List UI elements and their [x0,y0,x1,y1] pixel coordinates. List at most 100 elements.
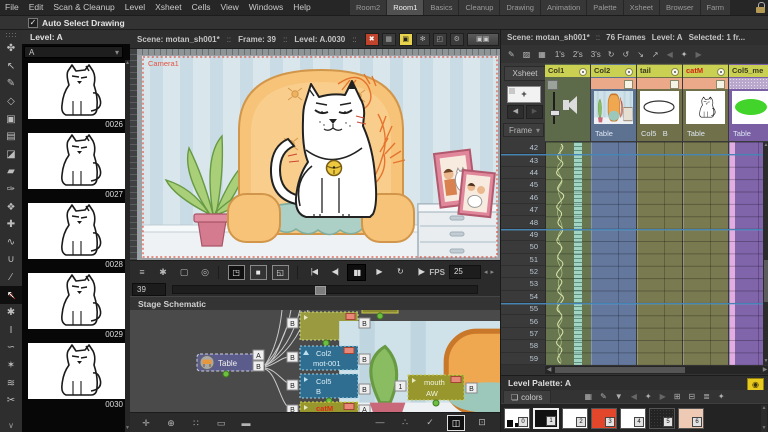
schematic-canvas[interactable]: Table A B B B Col2 mot-001 B B Col5 B B … [130,310,500,412]
column-thumbnail[interactable] [686,91,725,124]
col2-node[interactable]: Col2 mot-001 [299,345,359,371]
frame-number-cell[interactable]: 46 [501,192,545,204]
menu-edit[interactable]: Edit [24,0,49,15]
new-raster-level-button[interactable]: ▦ [538,50,547,59]
geometric-tool-button[interactable]: ◇ [0,93,22,111]
volume-slider-knob[interactable] [550,110,560,116]
hand-tool-button[interactable]: ✱ [0,304,22,322]
frame-number-cell[interactable]: 48 [501,216,545,229]
full-nodes-button[interactable]: ▬ [238,416,254,430]
3d-mode-button[interactable]: ■ [249,264,267,280]
style-swatch[interactable]: 2 [562,408,588,429]
settings-button[interactable]: ⚙ [449,32,464,46]
ruler-tool-button[interactable]: ∕ [0,269,22,287]
viewer-menu-button[interactable]: ≡ [133,265,151,280]
scrollbar-thumb[interactable] [764,260,768,302]
frame-number-cell[interactable]: 43 [501,154,545,167]
frame-number-cell[interactable]: 56 [501,315,545,328]
tab-cleanup[interactable]: Cleanup [459,0,500,15]
step-3-button[interactable]: 3's [590,50,601,59]
lock-palette-button[interactable]: ✦ [718,392,725,401]
fit-schematic-button[interactable]: ✛ [138,416,154,430]
style-swatch[interactable]: 0 [504,408,530,429]
next-key-button[interactable]: ▶ [695,50,702,59]
add-frames-button[interactable]: + [507,86,541,103]
menu-scan-cleanup[interactable]: Scan & Cleanup [48,0,119,15]
magnet-tool-button[interactable]: ✶ [0,357,22,375]
new-toonz-raster-level-button[interactable]: ▨ [523,50,532,59]
menu-xsheet[interactable]: Xsheet [150,0,186,15]
xsheet-cells-area[interactable]: 42 43 44 45 46 47 48 49 50 51 52 53 54 55 56 57 58 59 ▲ ▼ [501,142,768,365]
tab-browser[interactable]: Browser [660,0,700,15]
preview-button[interactable]: ✖ [364,32,379,46]
step-1-button[interactable]: 1's [554,50,565,59]
pinch-tool-button[interactable]: ∿ [0,234,22,252]
camstand-view-button[interactable]: ◳ [227,264,245,280]
lock-toggle[interactable] [670,80,679,89]
fps-increment-icon[interactable]: ▸ [490,268,494,276]
frame-number-cell[interactable]: 52 [501,266,545,279]
column-thumbnail[interactable] [640,91,679,124]
camera-select-button[interactable]: ▣▣ [466,32,499,46]
scrollbar-thumb[interactable] [555,367,685,373]
tab-palette[interactable]: Palette [587,0,623,15]
parent-handle[interactable]: Table [683,126,728,141]
prev-frame-button[interactable]: ◀| [326,264,343,279]
column-header-col5[interactable]: Col5_me Table [729,64,768,141]
frame-thumbnail[interactable] [28,63,125,119]
fps-decrement-icon[interactable]: ◂ [484,268,488,276]
touch-gesture-button[interactable]: ✱ [154,265,172,280]
fps-field[interactable]: 25 [448,265,481,279]
repeat-button[interactable]: ↺ [622,50,630,59]
camera-stage[interactable]: Camera1 [142,56,498,258]
mouth-node[interactable]: mouth AW [407,374,465,401]
column-thumbnail[interactable] [732,91,768,124]
tab-animation[interactable]: Animation [540,0,587,15]
toolbar-collapse-icon[interactable]: ∨ [8,421,14,432]
frame-slider-handle[interactable] [315,285,326,295]
viewer-canvas[interactable]: Camera1 [130,49,500,260]
style-name-editor-button[interactable]: ✎ [600,392,607,401]
control-point-button[interactable]: ✚ [0,216,22,234]
next-key-button[interactable]: ▶ [660,392,666,401]
volume-slider[interactable] [553,92,555,124]
new-vector-level-button[interactable]: ✎ [508,50,516,59]
xsheet-vertical-scrollbar[interactable]: ▲ ▼ [763,142,768,365]
tab-colors[interactable]: ❏ colors [503,390,551,403]
lock-toggle[interactable] [716,80,725,89]
tab-drawing[interactable]: Drawing [500,0,540,15]
skeleton-tool-button[interactable]: ↖ [0,286,22,304]
frame-thumbnail[interactable] [28,133,125,189]
style-picker-button[interactable]: ✑ [0,181,22,199]
key-button[interactable]: ✦ [645,392,652,401]
parent-handle[interactable]: Table [591,126,636,141]
tape-tool-button[interactable]: ▰ [0,163,22,181]
frame-number-cell[interactable]: 53 [501,278,545,291]
stage-schematic-button[interactable]: ∴ [397,415,413,429]
open-subxsheet-button[interactable]: ↗ [652,50,660,59]
brush-tool-button[interactable]: ✎ [0,75,22,93]
animate-tool-button[interactable]: ✤ [0,40,22,58]
style-swatch[interactable]: 1 [533,408,559,429]
tab-basics[interactable]: Basics [424,0,459,15]
column-header-col1[interactable]: Col1 [545,64,590,141]
fx-schematic-button[interactable]: ⊡ [474,415,490,429]
delete-page-button[interactable]: ⊟ [688,392,695,401]
camera-capture-button[interactable]: ▢ [175,265,193,280]
level-select-dropdown[interactable]: A ▾ [24,46,123,58]
fill-tool-button[interactable]: ▣ [0,110,22,128]
loop-button[interactable]: ↻ [391,264,408,279]
frame-thumbnail[interactable] [28,273,125,329]
switch-schematic-button[interactable]: ◫ [447,415,465,431]
frame-number-cell[interactable]: 58 [501,340,545,353]
frame-thumbnail[interactable] [28,203,125,259]
camera-visibility-toggle[interactable] [625,68,633,76]
frame-number-cell[interactable]: 42 [501,142,545,155]
eraser-tool-button[interactable]: ◪ [0,146,22,164]
scroll-right-icon[interactable]: ▶ [761,366,768,374]
sub-camera-button[interactable]: ▣ [398,32,413,46]
3d-view-button[interactable]: ◰ [432,32,447,46]
hook-tool-button[interactable]: ∽ [0,339,22,357]
focus-node-button[interactable]: ⊕ [163,416,179,430]
freeze-button[interactable]: ✻ [415,32,430,46]
